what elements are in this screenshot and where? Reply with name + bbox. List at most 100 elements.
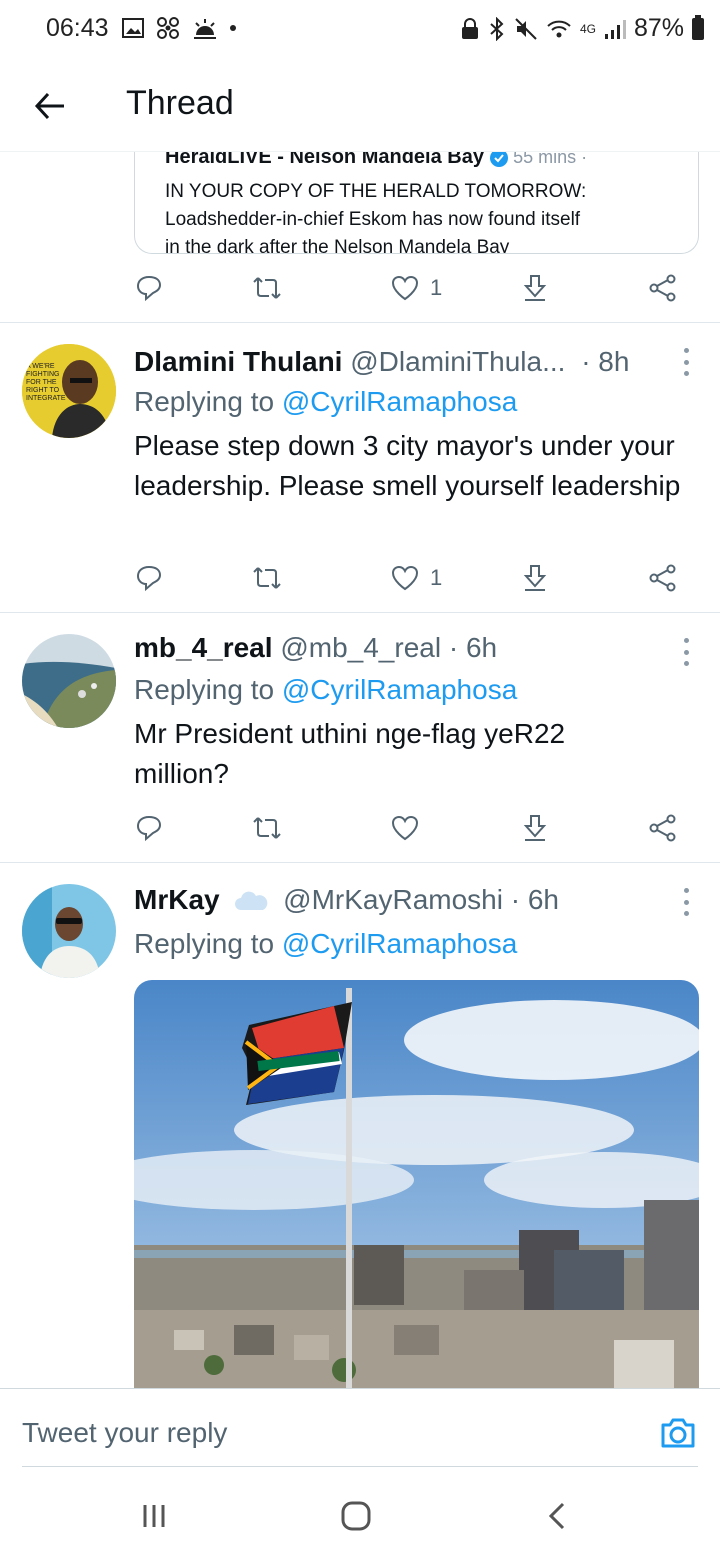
back-nav-button[interactable] (536, 1494, 580, 1538)
reply-button[interactable] (134, 560, 164, 596)
system-icons: 4G 87% (460, 14, 704, 43)
divider (0, 862, 720, 863)
reply-underline (22, 1466, 698, 1467)
lock-icon (461, 17, 478, 39)
battery-percent: 87% (633, 14, 684, 42)
status-time: 06:43 (46, 14, 109, 42)
more-icon[interactable] (682, 348, 690, 376)
replying-to: Replying to @CyrilRamaphosa (134, 386, 518, 417)
download-button[interactable] (520, 560, 550, 596)
svg-text:A WE'RE: A WE'RE (26, 363, 55, 370)
reply-input[interactable]: Tweet your reply (22, 1417, 227, 1449)
back-arrow-icon (34, 92, 64, 120)
cloud-emoji-icon (235, 891, 268, 910)
avatar[interactable] (22, 634, 116, 728)
author-handle[interactable]: @mb_4_real (280, 632, 441, 663)
share-button[interactable] (648, 270, 678, 306)
share-icon (649, 814, 676, 842)
page-title: Thread (126, 84, 234, 122)
reply-icon (136, 565, 162, 592)
download-icon (523, 275, 547, 301)
dot-icon (230, 25, 236, 31)
avatar[interactable] (22, 884, 116, 978)
svg-text:FOR THE: FOR THE (26, 379, 57, 386)
like-count: 1 (430, 565, 443, 590)
tweet-text: Mr President uthini nge-flag yeR22 milli… (134, 718, 566, 789)
back-button[interactable] (26, 82, 74, 130)
tweet-actions: 1 (134, 560, 684, 600)
quoted-text: IN YOUR COPY OF THE HERALD TOMORROW: Loa… (165, 181, 587, 254)
replying-to: Replying to @CyrilRamaphosa (134, 928, 518, 959)
divider (0, 612, 720, 613)
retweet-icon (253, 567, 281, 589)
like-button[interactable]: 1 (390, 270, 442, 306)
share-button[interactable] (648, 810, 678, 846)
flag-city-photo (134, 980, 699, 1388)
recents-button[interactable] (132, 1494, 176, 1538)
retweet-button[interactable] (252, 560, 282, 596)
camera-button[interactable] (658, 1413, 698, 1453)
avatar-image (22, 884, 116, 978)
camera-icon (661, 1418, 695, 1448)
quoted-time: 55 mins · (513, 152, 588, 167)
home-icon (341, 1501, 371, 1531)
retweet-button[interactable] (252, 810, 282, 846)
avatar-image (22, 634, 116, 728)
author-name[interactable]: Dlamini Thulani (134, 346, 342, 377)
quoted-author: HeraldLIVE - Nelson Mandela Bay 55 mins … (165, 152, 587, 169)
like-button[interactable] (390, 810, 430, 846)
system-nav-bar (0, 1470, 720, 1560)
retweet-icon (253, 277, 281, 299)
home-button[interactable] (334, 1494, 378, 1538)
chevron-left-icon (548, 1502, 565, 1530)
more-icon[interactable] (682, 638, 690, 666)
tweet-time: · 6h (448, 632, 498, 663)
retweet-icon (253, 817, 281, 839)
divider (0, 322, 720, 323)
reply-icon (136, 275, 162, 302)
tweet-time: · 8h (581, 346, 630, 377)
reply-icon (136, 815, 162, 842)
tweet-header: MrKay @MrKayRamoshi · 6h (134, 884, 559, 916)
share-icon (649, 274, 676, 302)
like-icon (391, 565, 419, 591)
share-icon (649, 564, 676, 592)
recents-icon (143, 1505, 165, 1527)
author-name[interactable]: mb_4_real (134, 632, 273, 663)
download-button[interactable] (520, 810, 550, 846)
reply-button[interactable] (134, 270, 164, 306)
mention-link[interactable]: @CyrilRamaphosa (282, 674, 517, 705)
author-handle[interactable]: @DlaminiThula... (350, 346, 565, 377)
tweet-actions: 1 (134, 270, 684, 310)
svg-text:INTEGRATE: INTEGRATE (26, 395, 66, 402)
share-button[interactable] (648, 560, 678, 596)
status-bar: 06:43 4G 87% (0, 0, 720, 60)
retweet-button[interactable] (252, 270, 282, 306)
notification-icons (122, 16, 236, 40)
gallery-icon (122, 18, 144, 38)
svg-text:FIGHTING: FIGHTING (26, 371, 59, 378)
bluetooth-icon (490, 16, 504, 41)
mention-link[interactable]: @CyrilRamaphosa (282, 928, 517, 959)
replying-to: Replying to @CyrilRamaphosa (134, 674, 518, 705)
download-icon (523, 815, 547, 841)
mention-link[interactable]: @CyrilRamaphosa (282, 386, 517, 417)
download-icon (523, 565, 547, 591)
download-button[interactable] (520, 270, 550, 306)
avatar-image: A WE'RE FIGHTING FOR THE RIGHT TO INTEGR… (22, 344, 116, 438)
like-count: 1 (430, 275, 443, 300)
author-handle[interactable]: @MrKayRamoshi (283, 884, 503, 915)
tweet-actions (134, 810, 684, 850)
svg-text:RIGHT TO: RIGHT TO (26, 387, 60, 394)
battery-icon (692, 14, 704, 40)
network-type: 4G (579, 21, 596, 36)
mute-icon (515, 17, 537, 40)
avatar[interactable]: A WE'RE FIGHTING FOR THE RIGHT TO INTEGR… (22, 344, 116, 438)
tweet-media-image[interactable] (134, 980, 699, 1388)
quoted-tweet-card[interactable]: HeraldLIVE - Nelson Mandela Bay 55 mins … (134, 152, 699, 254)
reply-button[interactable] (134, 810, 164, 846)
author-name[interactable]: MrKay (134, 884, 220, 915)
thread-feed[interactable]: HeraldLIVE - Nelson Mandela Bay 55 mins … (0, 152, 720, 1388)
like-button[interactable]: 1 (390, 560, 442, 596)
more-icon[interactable] (682, 888, 690, 916)
